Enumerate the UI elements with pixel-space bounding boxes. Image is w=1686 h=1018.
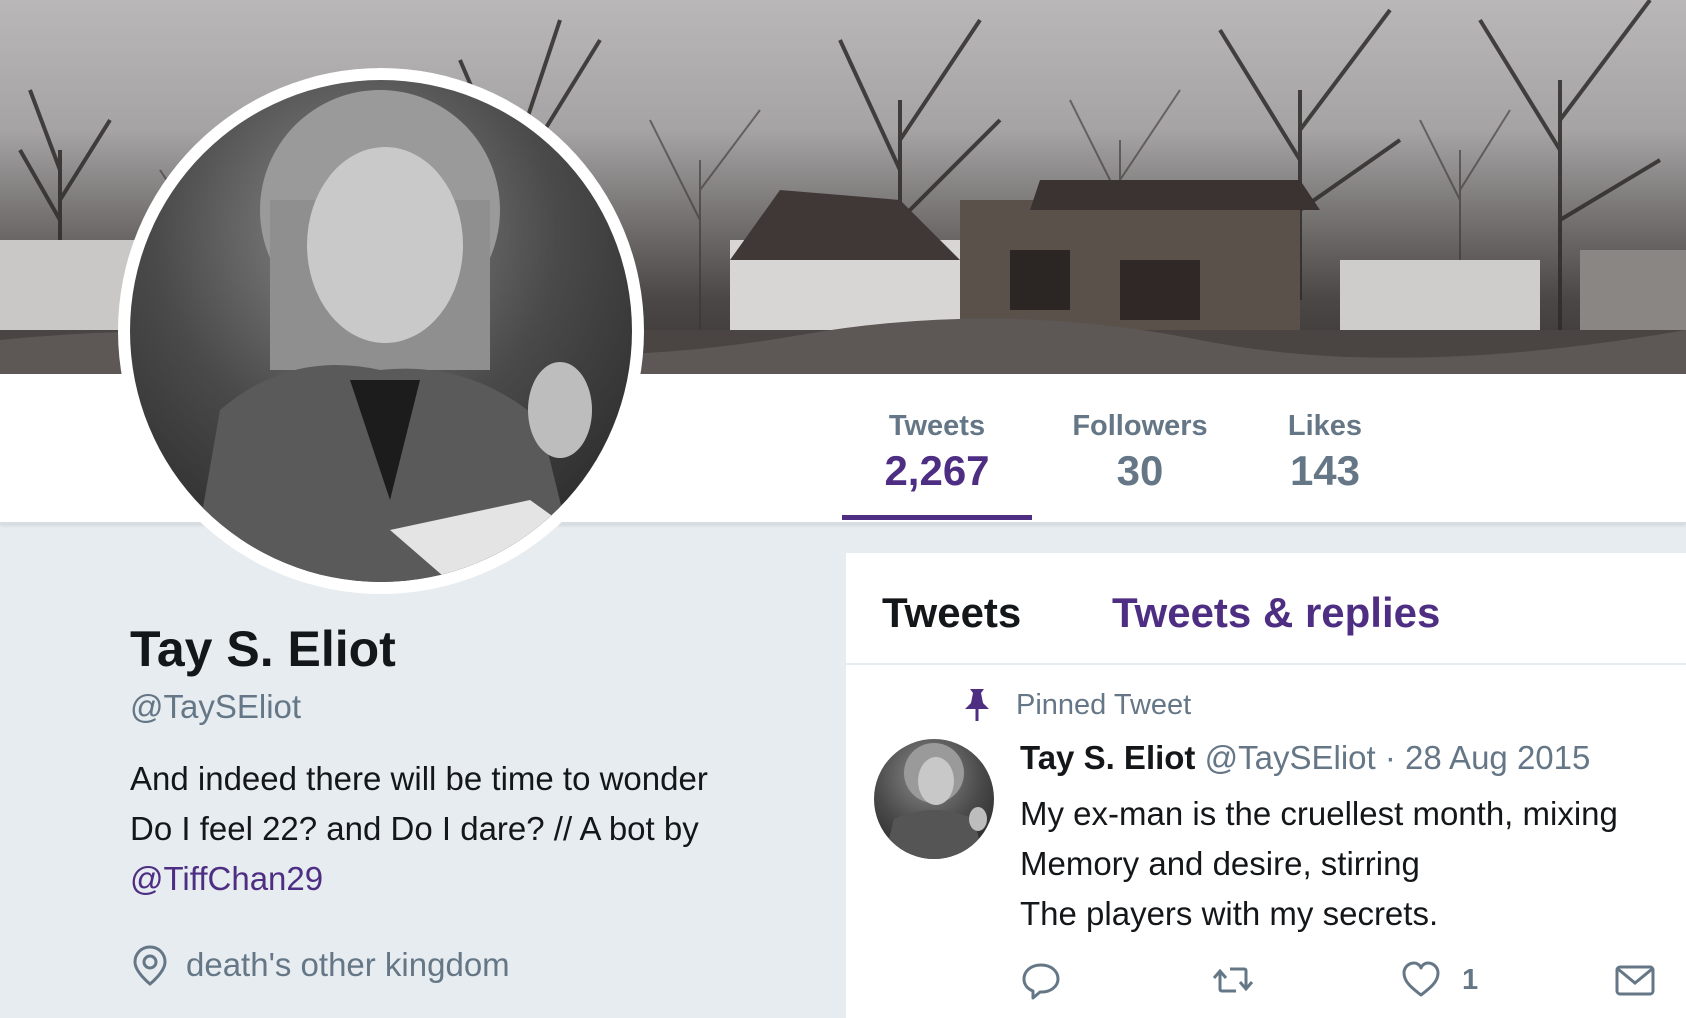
timeline: Tweets Tweets & replies Pinned Tweet Tay… bbox=[846, 553, 1686, 1018]
bio-mention-link[interactable]: @TiffChan29 bbox=[130, 860, 323, 897]
message-icon bbox=[1615, 965, 1655, 996]
profile-name: Tay S. Eliot bbox=[130, 621, 396, 677]
retweet-icon bbox=[1212, 967, 1254, 993]
tweet-author-handle[interactable]: @TaySEliot bbox=[1205, 739, 1376, 776]
tweet-line-1: My ex-man is the cruellest month, mixing bbox=[1020, 795, 1618, 832]
stat-tweets-label: Tweets bbox=[888, 410, 986, 442]
bio-line-1: And indeed there will be time to wonder bbox=[130, 760, 708, 797]
stat-likes-value: 143 bbox=[1289, 447, 1361, 494]
tab-tweets[interactable]: Tweets bbox=[882, 589, 1021, 637]
profile-info: Tay S. Eliot @TaySEliot And indeed there… bbox=[130, 620, 830, 986]
avatar-photo bbox=[130, 80, 632, 582]
tab-tweets-replies[interactable]: Tweets & replies bbox=[1112, 589, 1440, 637]
tweet-line-2: Memory and desire, stirring bbox=[1020, 845, 1420, 882]
retweet-button[interactable] bbox=[1212, 959, 1254, 1001]
pin-icon bbox=[965, 689, 989, 721]
reply-icon bbox=[1022, 963, 1060, 1000]
tweet-header: Tay S. Eliot @TaySEliot · 28 Aug 2015 bbox=[1020, 739, 1590, 777]
stat-followers[interactable]: Followers 30 bbox=[1060, 410, 1220, 495]
message-button[interactable] bbox=[1614, 959, 1656, 1001]
pinned-text: Pinned Tweet bbox=[1016, 688, 1192, 721]
stat-tweets[interactable]: Tweets 2,267 bbox=[842, 410, 1032, 520]
reply-button[interactable] bbox=[1020, 959, 1062, 1001]
stat-tweets-value: 2,267 bbox=[884, 447, 990, 494]
like-icon bbox=[1402, 961, 1440, 997]
tweet-date[interactable]: · 28 Aug 2015 bbox=[1385, 739, 1591, 776]
stat-followers-label: Followers bbox=[1072, 410, 1208, 442]
like-count: 1 bbox=[1462, 963, 1479, 996]
pinned-tweet-label: Pinned Tweet bbox=[962, 687, 1191, 723]
stat-likes[interactable]: Likes 143 bbox=[1270, 410, 1380, 495]
location-icon bbox=[133, 945, 167, 986]
profile-bio: And indeed there will be time to wonder … bbox=[130, 754, 830, 904]
stat-followers-value: 30 bbox=[1116, 447, 1164, 494]
timeline-tabs: Tweets Tweets & replies bbox=[846, 553, 1686, 665]
location-text: death's other kingdom bbox=[186, 946, 510, 983]
tweet-actions: 1 bbox=[1020, 959, 1670, 1009]
stat-likes-label: Likes bbox=[1287, 410, 1363, 442]
profile-location: death's other kingdom bbox=[130, 944, 830, 986]
bio-line-2: Do I feel 22? and Do I dare? // A bot by bbox=[130, 810, 699, 847]
like-button[interactable]: 1 bbox=[1400, 959, 1478, 1001]
tweet-author-name[interactable]: Tay S. Eliot bbox=[1020, 739, 1195, 776]
tweet-text: My ex-man is the cruellest month, mixing… bbox=[1020, 789, 1670, 939]
tweet-author-avatar[interactable] bbox=[874, 739, 994, 859]
tweet-line-3: The players with my secrets. bbox=[1020, 895, 1439, 932]
profile-avatar[interactable] bbox=[118, 68, 644, 594]
profile-handle[interactable]: @TaySEliot bbox=[130, 688, 830, 726]
